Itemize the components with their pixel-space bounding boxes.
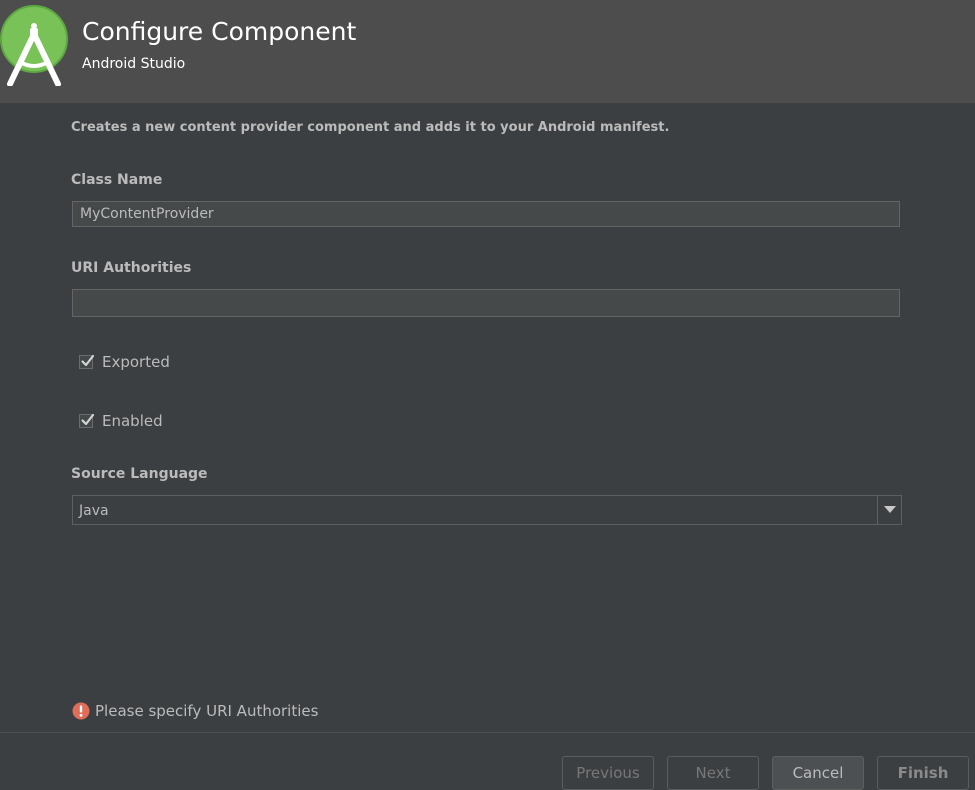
error-icon (72, 702, 90, 720)
footer-divider (0, 732, 975, 733)
enabled-checkbox[interactable]: Enabled (79, 411, 163, 431)
class-name-input[interactable] (72, 201, 900, 227)
android-studio-logo (0, 5, 68, 86)
check-icon (81, 354, 95, 367)
chevron-down-icon (884, 506, 896, 513)
validation-message: Please specify URI Authorities (72, 701, 318, 721)
enabled-checkbox-box[interactable] (79, 413, 95, 428)
source-language-label: Source Language (71, 466, 208, 482)
uri-authorities-input[interactable] (72, 289, 900, 317)
uri-authorities-label: URI Authorities (71, 260, 192, 276)
dialog-subtitle: Android Studio (82, 56, 186, 72)
validation-message-text: Please specify URI Authorities (95, 702, 319, 720)
exported-checkbox-box[interactable] (79, 354, 95, 369)
dialog-title: Configure Component (82, 17, 357, 46)
dialog-header: Configure Component Android Studio (0, 0, 975, 103)
class-name-label: Class Name (71, 172, 163, 188)
component-description: Creates a new content provider component… (71, 120, 670, 135)
source-language-value: Java (79, 503, 109, 519)
exported-label: Exported (102, 353, 170, 371)
source-language-select[interactable]: Java (72, 495, 902, 525)
source-language-dropdown-button[interactable] (877, 496, 901, 524)
exported-checkbox[interactable]: Exported (79, 352, 170, 372)
check-icon (81, 413, 95, 426)
enabled-label: Enabled (102, 412, 163, 430)
